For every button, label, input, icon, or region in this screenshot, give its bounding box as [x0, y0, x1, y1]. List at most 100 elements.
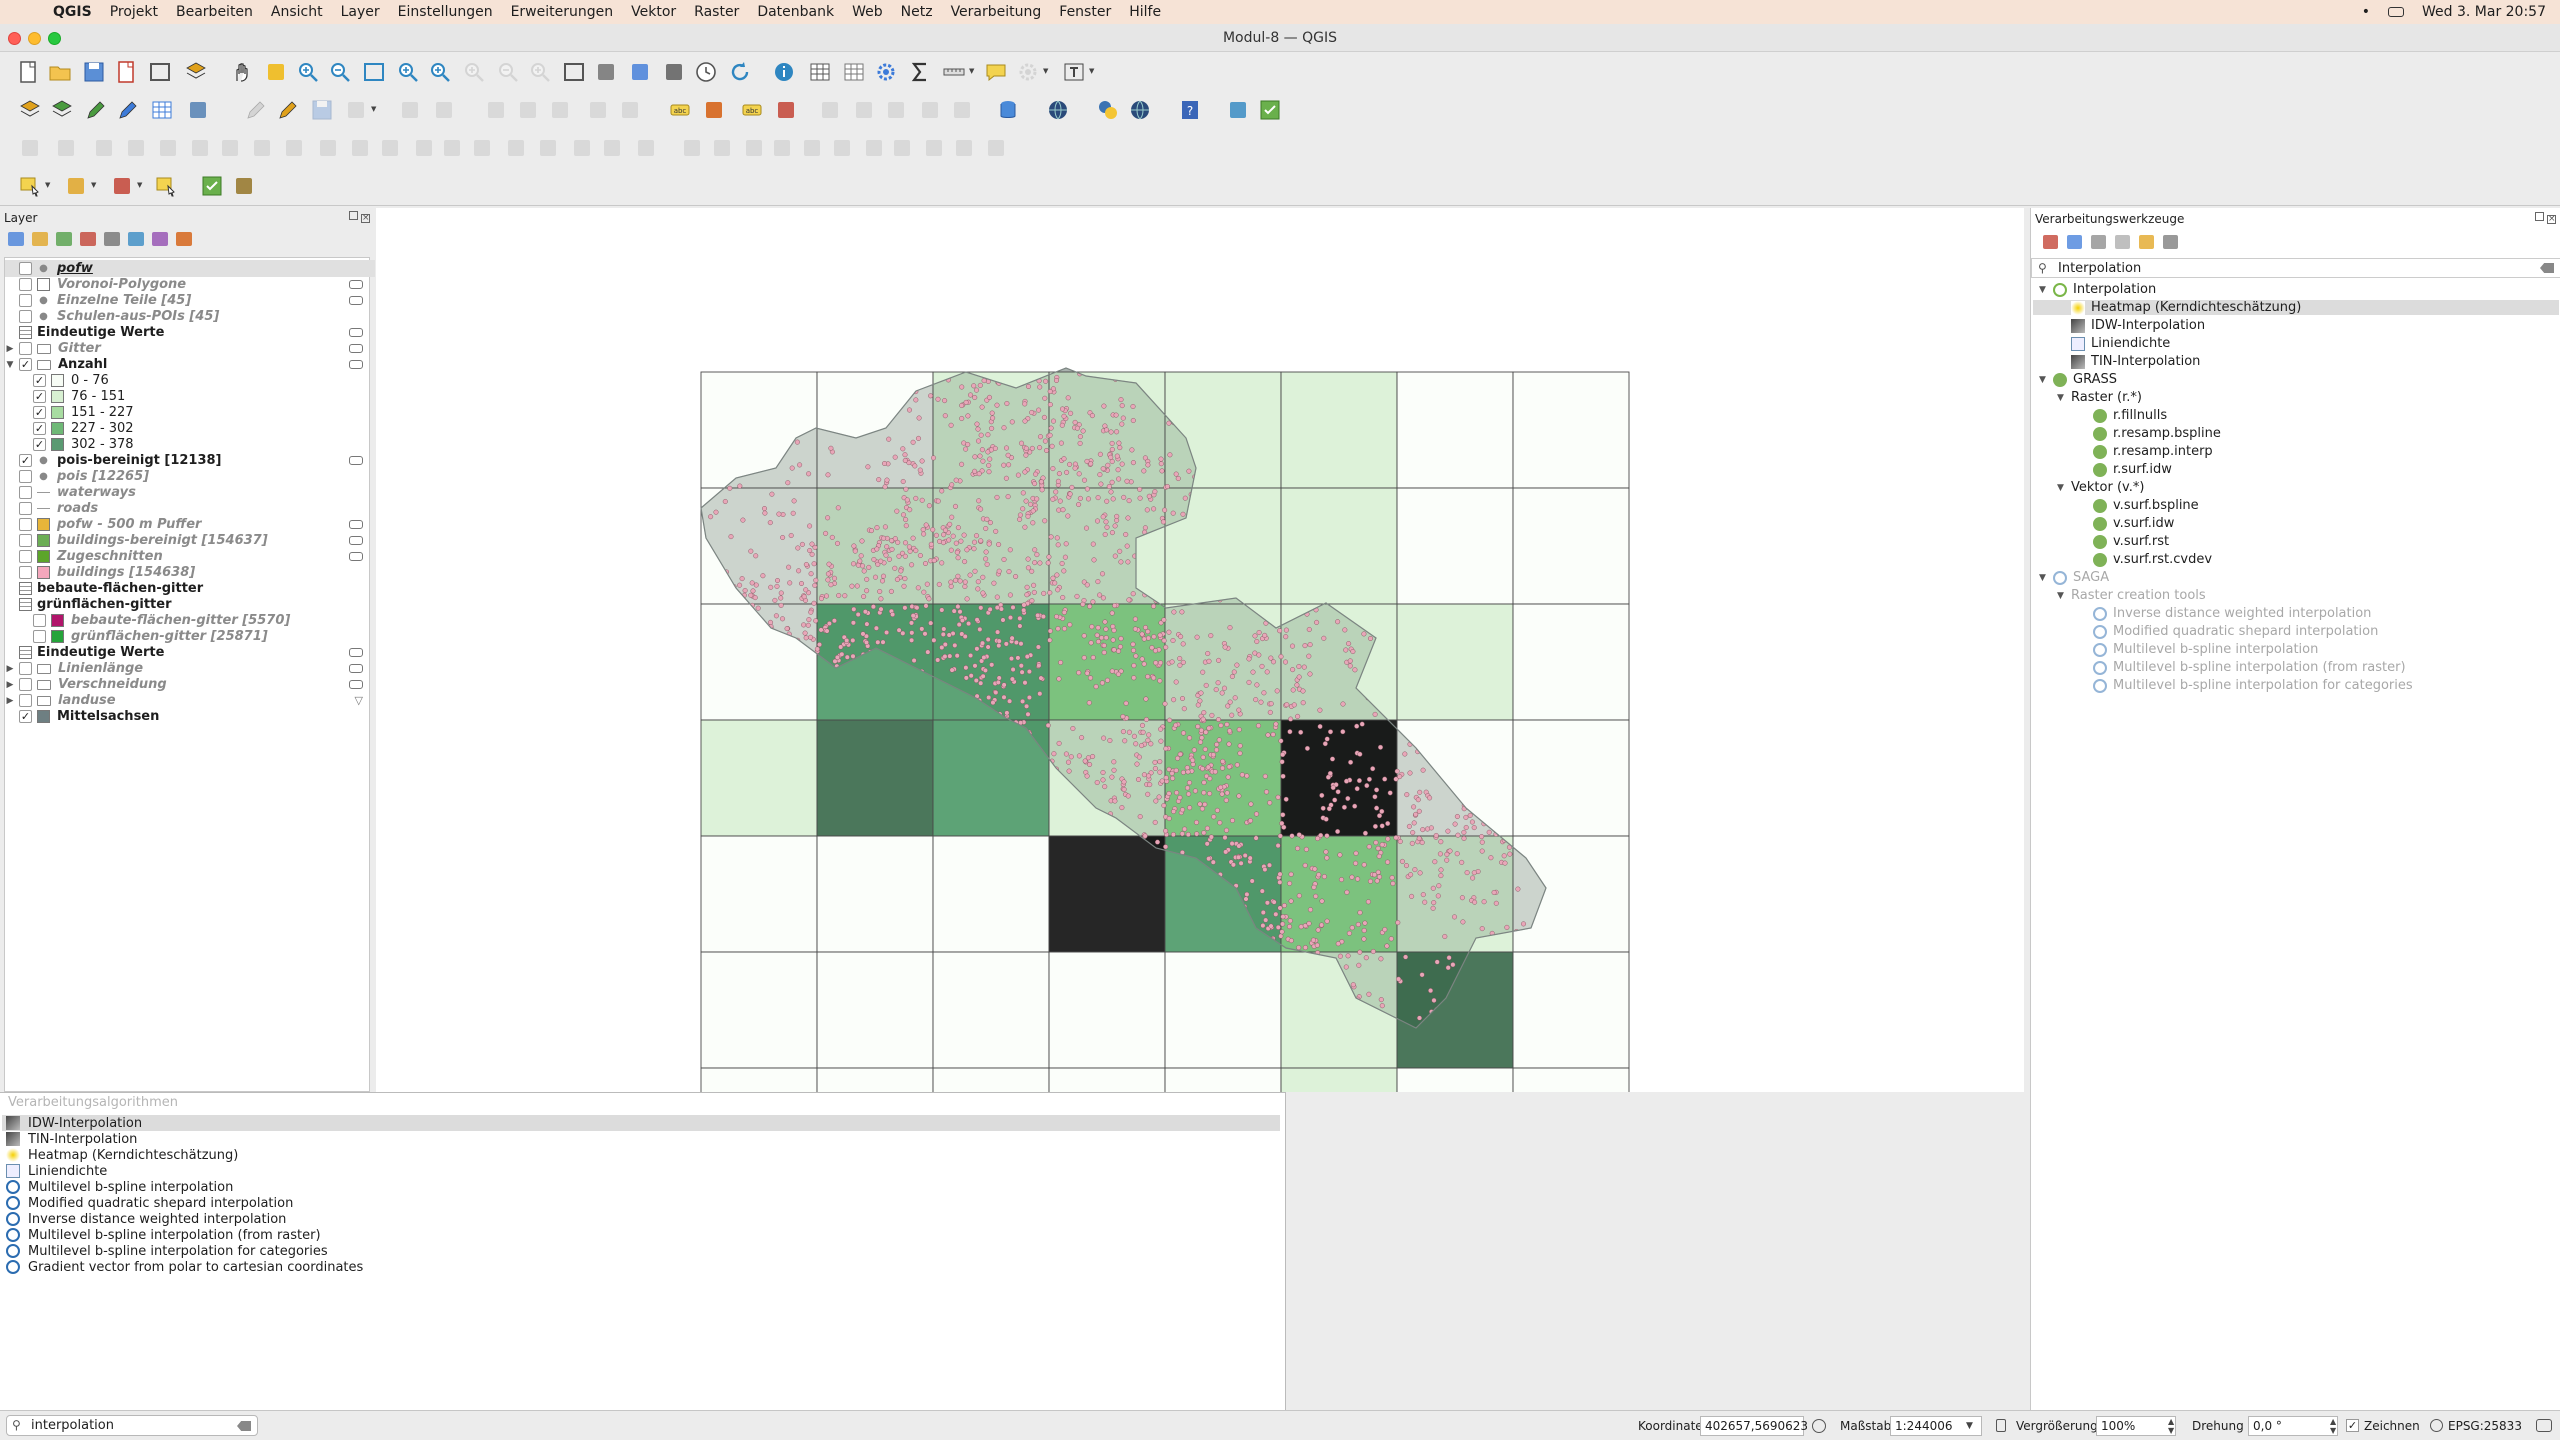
menu-erweiterungen[interactable]: Erweiterungen — [502, 4, 623, 20]
advanced-digitizing-24-icon[interactable] — [766, 132, 798, 164]
layer-row[interactable]: ✓ 302 - 378 — [5, 436, 375, 453]
map-canvas[interactable] — [376, 208, 2024, 1092]
layer-visibility-checkbox[interactable] — [19, 566, 32, 579]
expand-arrow-icon[interactable]: ▶ — [5, 680, 15, 690]
layer-row[interactable]: grünflächen-gitter — [5, 596, 375, 613]
collapse-all-icon[interactable] — [152, 232, 168, 246]
diagram-tool-icon[interactable] — [698, 94, 730, 126]
layer-visibility-checkbox[interactable]: ✓ — [33, 406, 46, 419]
annotations-icon[interactable] — [1058, 56, 1090, 88]
algorithm-result-item[interactable]: Liniendichte — [6, 1163, 107, 1179]
layer-row[interactable]: ✓ 76 - 151 — [5, 388, 375, 405]
algorithm-result-item[interactable]: Heatmap (Kerndichteschätzung) — [6, 1147, 238, 1163]
zoom-last-icon[interactable] — [492, 56, 524, 88]
layer-indicator-icon[interactable] — [349, 328, 363, 337]
rotation-field[interactable]: 0,0 ° — [2248, 1416, 2338, 1436]
advanced-digitizing-28-icon[interactable] — [886, 132, 918, 164]
layer-row[interactable]: bebaute-flächen-gitter — [5, 580, 375, 597]
new-map-view-icon[interactable] — [558, 56, 590, 88]
results-icon[interactable] — [2115, 235, 2130, 249]
layer-visibility-checkbox[interactable]: ✓ — [33, 390, 46, 403]
metasearch-icon[interactable] — [1124, 94, 1156, 126]
move-label-icon[interactable] — [814, 94, 846, 126]
algorithm-result-item[interactable]: Modified quadratic shepard interpolation — [6, 1195, 293, 1211]
algorithm-result-item[interactable]: IDW-Interpolation — [2, 1115, 1280, 1131]
advanced-digitizing-14-icon[interactable] — [436, 132, 468, 164]
toolbox-tree[interactable]: ▼ Interpolation Heatmap (Kerndichteschätzu… — [2031, 280, 2560, 1410]
layer-indicator-icon[interactable] — [349, 680, 363, 689]
layer-visibility-checkbox[interactable] — [19, 518, 32, 531]
advanced-digitizing-9-icon[interactable] — [278, 132, 310, 164]
advanced-digitizing-6-icon[interactable] — [184, 132, 216, 164]
layer-visibility-checkbox[interactable] — [19, 678, 32, 691]
crs-globe-icon[interactable] — [2430, 1419, 2443, 1432]
zoom-next-icon[interactable] — [524, 56, 556, 88]
label-properties-icon[interactable] — [946, 94, 978, 126]
expand-arrow-icon[interactable]: ▼ — [5, 360, 15, 370]
toolbox-group[interactable]: ▼ Vektor (v.*) — [2057, 480, 2144, 495]
paste-icon[interactable] — [544, 94, 576, 126]
copy-icon[interactable] — [512, 94, 544, 126]
new-bookmark-icon[interactable] — [624, 56, 656, 88]
advanced-digitizing-19-icon[interactable] — [596, 132, 628, 164]
menu-ansicht[interactable]: Ansicht — [262, 4, 332, 20]
layer-row[interactable]: buildings-bereinigt [154637] — [5, 532, 375, 549]
decorations-icon[interactable] — [1012, 56, 1044, 88]
advanced-digitizing-12-icon[interactable] — [374, 132, 406, 164]
add-group-icon[interactable] — [32, 232, 48, 246]
save-as-icon[interactable] — [110, 56, 142, 88]
layer-row[interactable]: Zugeschnitten — [5, 548, 375, 565]
toolbox-group[interactable]: ▼ SAGA — [2039, 570, 2109, 585]
advanced-digitizing-20-icon[interactable] — [630, 132, 662, 164]
layer-row[interactable]: waterways — [5, 484, 375, 501]
menu-app-name[interactable]: QGIS — [44, 4, 101, 20]
scale-dropdown-icon[interactable]: ▼ — [1966, 1421, 1973, 1431]
layer-visibility-checkbox[interactable] — [19, 550, 32, 563]
plugin-check-icon[interactable] — [1254, 94, 1286, 126]
remove-layer-icon[interactable] — [176, 232, 192, 246]
toolbox-algorithm[interactable]: TIN-Interpolation — [2071, 354, 2200, 369]
toolbox-algorithm[interactable]: Multilevel b-spline interpolation (from … — [2093, 660, 2406, 675]
advanced-digitizing-26-icon[interactable] — [826, 132, 858, 164]
layer-visibility-checkbox[interactable] — [19, 262, 32, 275]
advanced-digitizing-29-icon[interactable] — [918, 132, 950, 164]
menubar-clock[interactable]: Wed 3. Mar 20:57 — [2422, 4, 2546, 20]
layer-row[interactable]: ▶ Gitter — [5, 340, 375, 357]
layer-indicator-icon[interactable] — [349, 664, 363, 673]
toolbox-algorithm[interactable]: r.fillnulls — [2093, 408, 2167, 423]
menu-vektor[interactable]: Vektor — [622, 4, 685, 20]
grass-tools-icon[interactable] — [1042, 94, 1074, 126]
zoom-native-icon[interactable] — [458, 56, 490, 88]
algorithm-result-item[interactable]: Multilevel b-spline interpolation (from … — [6, 1227, 321, 1243]
zoom-in-icon[interactable] — [292, 56, 324, 88]
change-label-icon[interactable] — [880, 94, 912, 126]
pan-to-selection-icon[interactable] — [260, 56, 292, 88]
decorations-dropdown-icon[interactable]: ▼ — [1043, 67, 1048, 75]
select-by-expression-icon[interactable] — [60, 170, 92, 202]
new-project-icon[interactable] — [12, 56, 44, 88]
style-manager-icon[interactable] — [180, 56, 212, 88]
layer-indicator-icon[interactable] — [349, 456, 363, 465]
toolbox-algorithm[interactable]: Modified quadratic shepard interpolation — [2093, 624, 2378, 639]
layer-visibility-checkbox[interactable] — [19, 694, 32, 707]
layer-row[interactable]: grünflächen-gitter [25871] — [5, 628, 375, 645]
map-tips-icon[interactable] — [980, 56, 1012, 88]
new-spatialite-layer-icon[interactable] — [112, 94, 144, 126]
digitize-dropdown-icon[interactable]: ▼ — [371, 105, 376, 113]
db-manager-icon[interactable] — [992, 94, 1024, 126]
python-console-icon[interactable] — [1092, 94, 1124, 126]
layer-row[interactable]: ✓ 151 - 227 — [5, 404, 375, 421]
layer-row[interactable]: ● pois [12265] — [5, 468, 375, 485]
advanced-digitizing-15-icon[interactable] — [466, 132, 498, 164]
pin-labels-icon[interactable]: abc — [736, 94, 768, 126]
attribute-table-icon[interactable] — [804, 56, 836, 88]
processing-toolbox-icon[interactable] — [870, 56, 902, 88]
menu-einstellungen[interactable]: Einstellungen — [389, 4, 502, 20]
move-feature-icon[interactable] — [394, 94, 426, 126]
toggle-editing-icon[interactable] — [272, 94, 304, 126]
layer-visibility-checkbox[interactable] — [19, 342, 32, 355]
toolbox-group[interactable]: ▼ Raster (r.*) — [2057, 390, 2142, 405]
layer-row[interactable]: ✓ 227 - 302 — [5, 420, 375, 437]
layer-row[interactable]: ▶ Linienlänge — [5, 660, 375, 677]
lock-scale-icon[interactable] — [1996, 1419, 2006, 1432]
